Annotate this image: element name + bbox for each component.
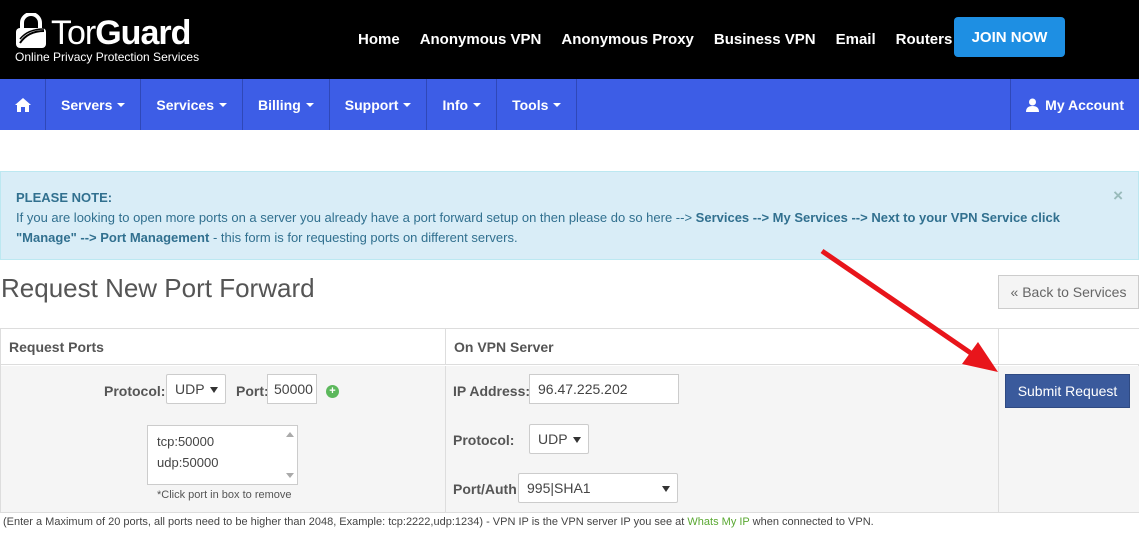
nav-info-label: Info <box>442 96 469 113</box>
request-ports-cell: Protocol: UDP Port: 50000 + tcp:50000 ud… <box>1 366 445 512</box>
port-list-item[interactable]: tcp:50000 <box>157 431 288 452</box>
whats-my-ip-link[interactable]: Whats My IP <box>687 516 749 528</box>
request-ports-header: Request Ports <box>1 329 445 365</box>
alert-title: PLEASE NOTE: <box>16 190 113 205</box>
dropdown-arrow-icon <box>662 486 670 492</box>
top-nav: Home Anonymous VPN Anonymous Proxy Busin… <box>348 0 962 79</box>
protocol-select[interactable]: UDP <box>166 374 226 404</box>
ip-address-label: IP Address: <box>453 383 531 399</box>
nav-link-home[interactable]: Home <box>358 31 400 48</box>
port-input[interactable]: 50000 <box>267 374 317 404</box>
user-icon <box>1026 98 1040 112</box>
nav-info[interactable]: Info <box>427 79 498 130</box>
ip-address-input[interactable]: 96.47.225.202 <box>529 374 679 404</box>
footnote: (Enter a Maximum of 20 ports, all ports … <box>3 516 874 528</box>
server-protocol-label: Protocol: <box>453 432 515 448</box>
chevron-down-icon <box>403 102 412 107</box>
nav-link-email[interactable]: Email <box>836 31 876 48</box>
alert-manage: "Manage" <box>16 230 77 245</box>
logo-wordmark: TorGuard <box>51 14 191 52</box>
scroll-up-icon[interactable] <box>286 432 294 437</box>
alert-message: If you are looking to open more ports on… <box>16 208 1123 248</box>
nav-link-routers[interactable]: Routers <box>896 31 953 48</box>
nav-tools-label: Tools <box>512 96 549 113</box>
footnote-text: (Enter a Maximum of 20 ports, all ports … <box>3 516 685 528</box>
nav-support[interactable]: Support <box>330 79 428 130</box>
chevron-down-icon <box>553 102 562 107</box>
chevron-down-icon <box>219 102 227 107</box>
alert-services-link[interactable]: Services <box>696 210 750 225</box>
home-icon <box>14 97 31 112</box>
scroll-down-icon[interactable] <box>286 473 294 478</box>
port-list-box[interactable]: tcp:50000 udp:50000 <box>147 425 298 485</box>
page-title: Request New Port Forward <box>1 273 315 303</box>
nav-link-business-vpn[interactable]: Business VPN <box>714 31 816 48</box>
alert-port-management: Port Management <box>100 230 210 245</box>
top-header: TorGuard Online Privacy Protection Servi… <box>0 0 1139 79</box>
empty-header <box>998 329 1139 365</box>
chevron-down-icon <box>473 102 482 107</box>
nav-servers[interactable]: Servers <box>46 79 142 130</box>
alert-next-to: Next to your VPN Service click <box>871 210 1060 225</box>
nav-link-anonymous-vpn[interactable]: Anonymous VPN <box>420 31 542 48</box>
torguard-logo[interactable]: TorGuard Online Privacy Protection Servi… <box>13 13 213 68</box>
alert-arrow: --> <box>752 210 770 225</box>
nav-billing-label: Billing <box>258 96 301 113</box>
server-protocol-select[interactable]: UDP <box>529 424 589 454</box>
nav-servers-label: Servers <box>61 96 113 113</box>
lock-logo-icon <box>16 13 46 48</box>
dropdown-arrow-icon <box>210 387 218 393</box>
nav-billing[interactable]: Billing <box>243 79 330 130</box>
alert-text-end: - this form is for requesting ports on d… <box>212 230 518 245</box>
dropdown-arrow-icon <box>573 437 581 443</box>
server-protocol-value: UDP <box>538 431 568 447</box>
join-now-button[interactable]: JOIN NOW <box>954 17 1065 57</box>
nav-services[interactable]: Services <box>141 79 243 130</box>
protocol-select-value: UDP <box>175 381 205 397</box>
home-nav-button[interactable] <box>0 79 46 130</box>
my-account-label: My Account <box>1045 96 1124 113</box>
back-to-services-button[interactable]: « Back to Services <box>998 275 1139 309</box>
main-navbar: Servers Services Billing Support Info To… <box>0 79 1139 130</box>
chevron-down-icon <box>305 102 314 107</box>
alert-my-services-link[interactable]: My Services <box>773 210 848 225</box>
info-alert: PLEASE NOTE: If you are looking to open … <box>0 171 1139 260</box>
logo-tagline: Online Privacy Protection Services <box>15 50 200 64</box>
submit-request-button[interactable]: Submit Request <box>1005 374 1130 408</box>
vpn-server-cell: IP Address: 96.47.225.202 Protocol: UDP … <box>445 366 998 512</box>
alert-text: If you are looking to open more ports on… <box>16 210 693 225</box>
nav-link-anonymous-proxy[interactable]: Anonymous Proxy <box>561 31 694 48</box>
remove-port-hint: *Click port in box to remove <box>157 489 292 501</box>
my-account-menu[interactable]: My Account <box>1010 79 1139 130</box>
chevron-down-icon <box>117 102 126 107</box>
nav-support-label: Support <box>344 96 399 113</box>
protocol-label: Protocol: <box>104 383 166 399</box>
close-icon[interactable]: × <box>1113 186 1123 206</box>
port-forward-table: Request Ports On VPN Server Protocol: UD… <box>0 328 1139 513</box>
footnote-text-end: when connected to VPN. <box>752 516 874 528</box>
port-label: Port: <box>236 383 269 399</box>
nav-services-label: Services <box>156 96 214 113</box>
add-port-icon[interactable]: + <box>326 385 339 398</box>
port-auth-select[interactable]: 995|SHA1 <box>518 473 678 503</box>
port-auth-label: Port/Auth: <box>453 481 522 497</box>
alert-arrow: --> <box>80 230 97 245</box>
alert-arrow: --> <box>851 210 868 225</box>
port-list-item[interactable]: udp:50000 <box>157 452 288 473</box>
nav-tools[interactable]: Tools <box>497 79 578 130</box>
on-vpn-server-header: On VPN Server <box>445 329 998 365</box>
port-auth-value: 995|SHA1 <box>527 480 591 496</box>
